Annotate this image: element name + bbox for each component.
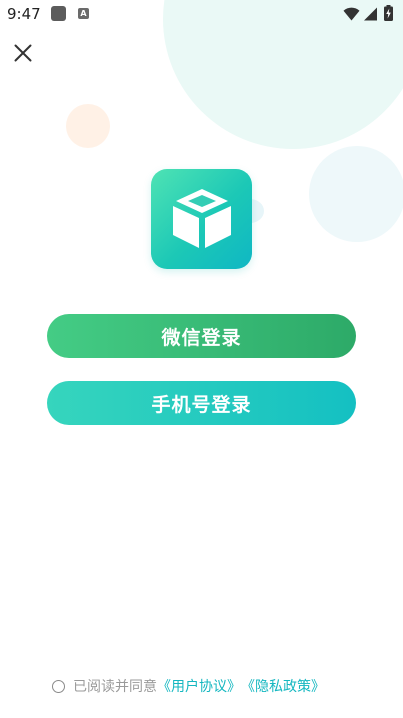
close-icon [14,44,32,62]
a-icon: A [78,8,89,19]
wechat-login-button[interactable]: 微信登录 [47,314,356,358]
privacy-policy-link[interactable]: 《隐私政策》 [241,676,325,696]
background-circle-right [309,146,403,242]
app-icon [51,6,66,21]
agreement-text: 已阅读并同意 [73,679,157,695]
phone-login-button[interactable]: 手机号登录 [47,381,356,425]
agreement: 已阅读并同意 《用户协议》 《隐私政策》 [52,676,325,696]
battery-icon [384,5,393,25]
status-bar: 9:47 A [0,0,403,28]
status-time: 9:47 [7,5,41,23]
signal-icon [363,6,378,25]
close-button[interactable] [8,38,38,68]
wifi-icon [343,6,360,25]
box-icon [172,189,231,248]
agreement-checkbox[interactable] [52,679,65,693]
user-agreement-link[interactable]: 《用户协议》 [157,676,241,696]
background-circle-orange [66,104,110,148]
app-logo [151,169,252,269]
